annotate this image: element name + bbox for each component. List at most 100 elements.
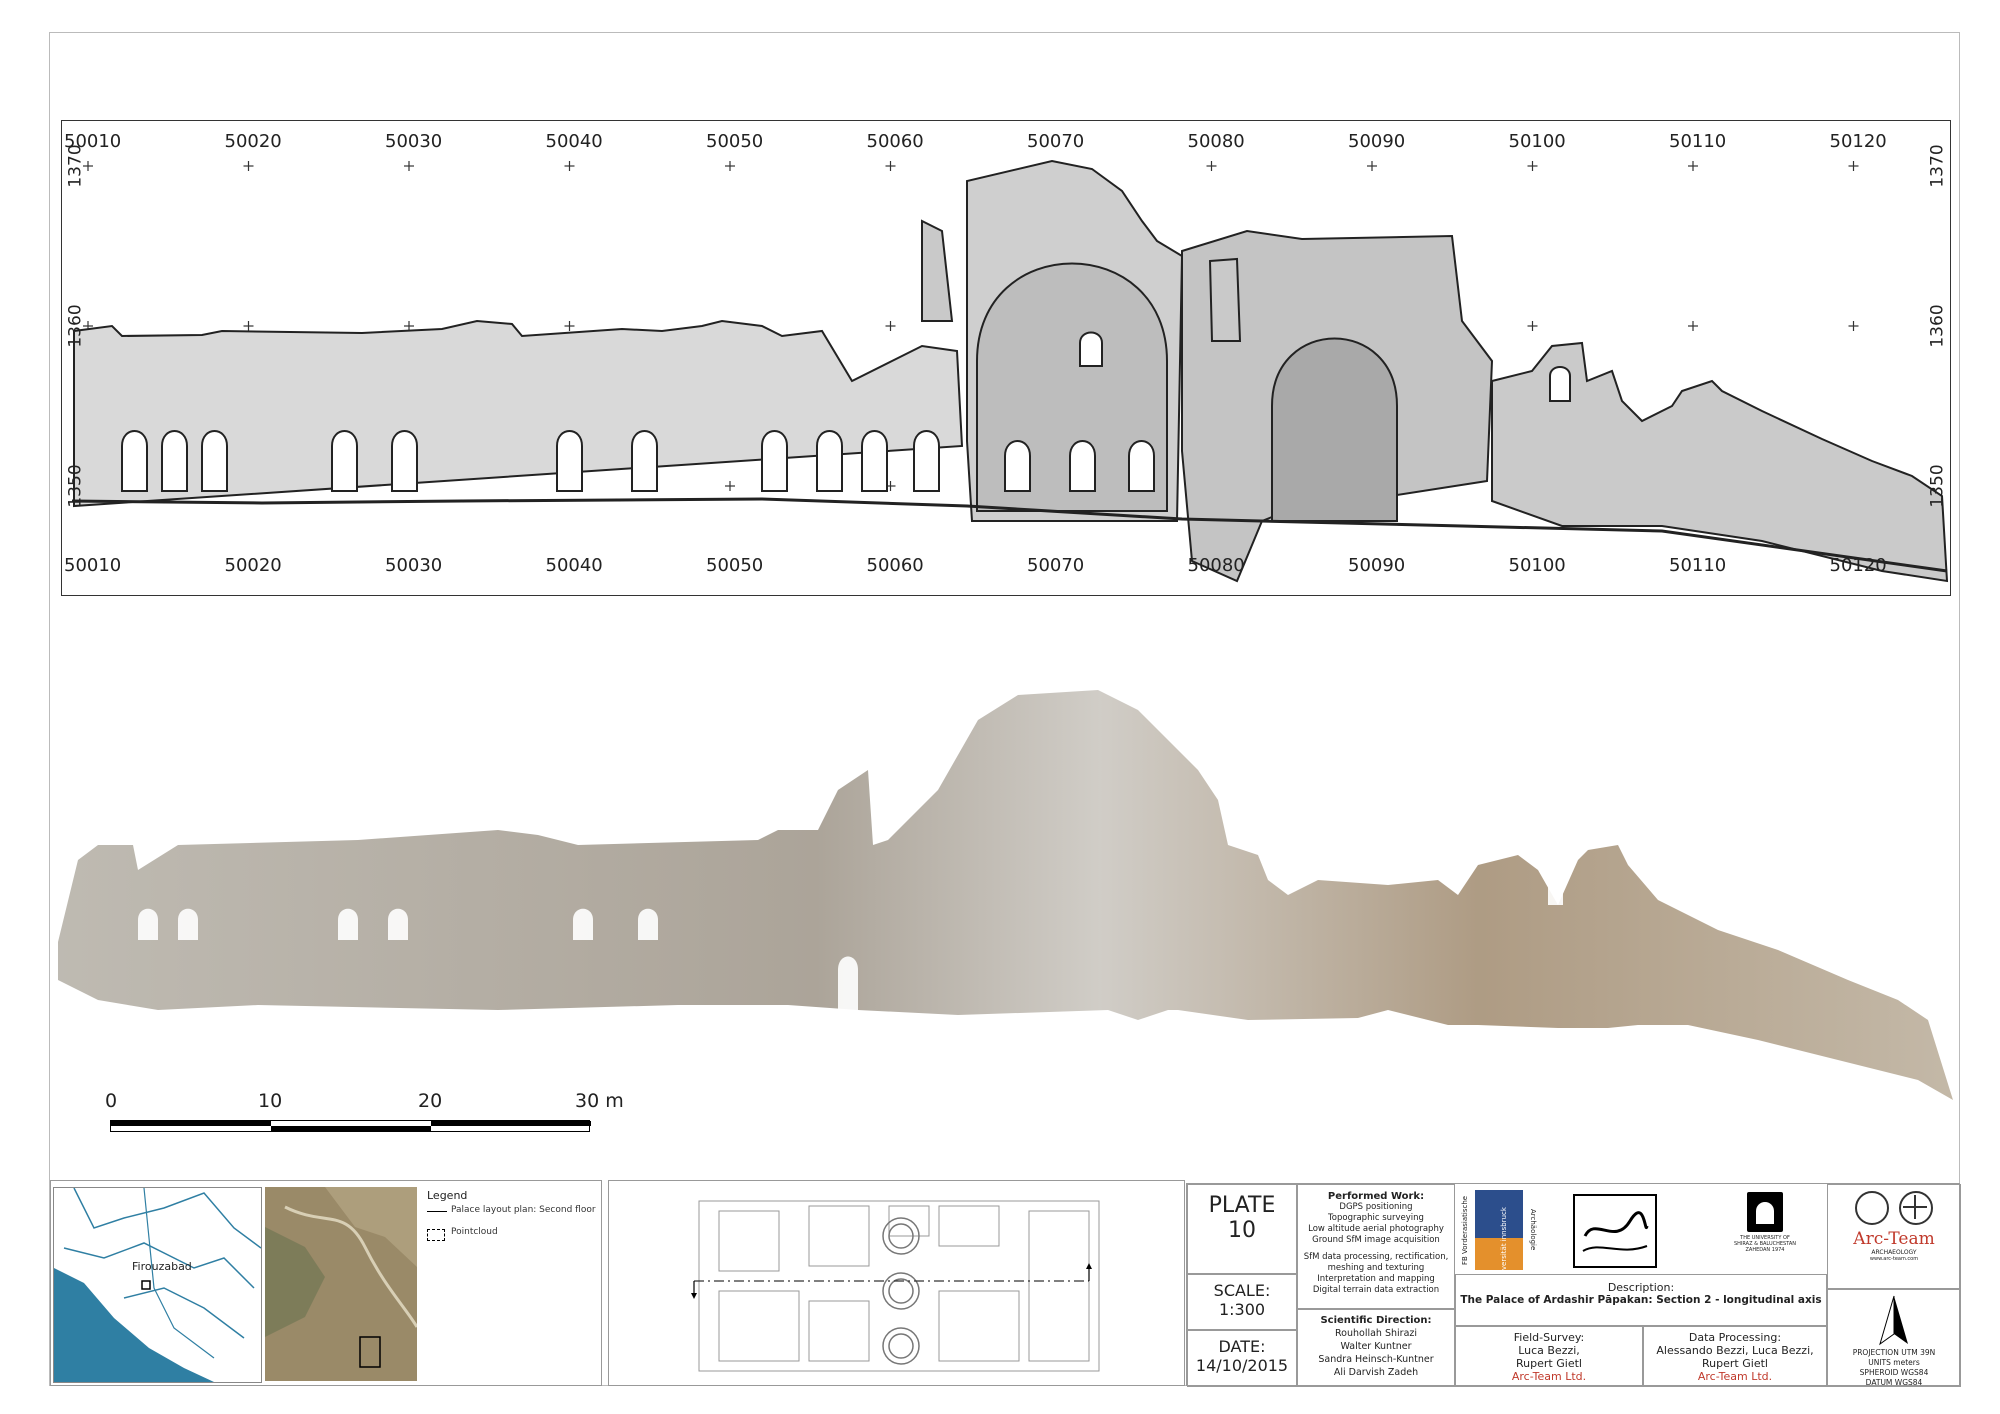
pointcloud-swatch-icon	[427, 1229, 445, 1241]
elevation-label: 1370	[1927, 144, 1948, 188]
plan-panel	[608, 1180, 1185, 1386]
date-value: 14/10/2015	[1195, 1356, 1289, 1375]
projection-line: SPHEROID WGS84	[1859, 1368, 1929, 1377]
elevation-label: 1350	[1927, 464, 1948, 508]
easting-label-bot: 50120	[1829, 555, 1887, 576]
section-elevation	[71, 159, 1949, 583]
scale-label-0: 0	[105, 1090, 118, 1112]
easting-label-bot: 50080	[1187, 555, 1245, 576]
projection-cell: PROJECTION UTM 39N UNITS meters SPHEROID…	[1827, 1289, 1961, 1387]
north-arrow-icon	[1879, 1295, 1908, 1346]
iranian-heritage-logo	[1573, 1194, 1657, 1268]
seal-icon	[1855, 1191, 1889, 1225]
projection-line: PROJECTION UTM 39N	[1852, 1348, 1936, 1357]
easting-label-top: 50030	[385, 131, 443, 152]
scale-label-30: 30 m	[575, 1090, 624, 1112]
arcteam-url: www.arc-team.com	[1869, 1256, 1919, 1262]
projection-line: UNITS meters	[1868, 1358, 1920, 1367]
easting-label-bot: 50020	[224, 555, 282, 576]
work-line: Digital terrain data extraction	[1312, 1285, 1440, 1295]
easting-label-bot: 50030	[385, 555, 443, 576]
scale-cell: SCALE: 1:300	[1187, 1274, 1297, 1330]
pier-left	[921, 219, 954, 322]
section-drawing: 50010 50020 50030 50040 50050 50060 50070 50080…	[61, 120, 1951, 596]
plate-number: 10	[1228, 1218, 1256, 1243]
work-line: SfM data processing, rectification,	[1303, 1252, 1449, 1262]
director-name: Ali Darvish Zadeh	[1333, 1367, 1419, 1378]
easting-label-top: 50040	[545, 131, 603, 152]
logos-row: universität innsbruck Archäologie FB Vor…	[1455, 1184, 1827, 1281]
easting-label-bot: 50050	[706, 555, 764, 576]
legend-item-pointcloud: Pointcloud	[451, 1227, 498, 1237]
scale-label-10: 10	[258, 1090, 283, 1112]
elevation-label: 1360	[1927, 304, 1948, 348]
work-line: Topographic surveying	[1328, 1213, 1424, 1223]
elevation-label: 1360	[65, 304, 86, 348]
easting-label-top: 50120	[1829, 131, 1887, 152]
floor-plan	[691, 1200, 1100, 1372]
field-survey-company: Arc-Team Ltd.	[1511, 1370, 1587, 1383]
title-block: PLATE 10 SCALE: 1:300 DATE: 14/10/2015 P…	[1186, 1183, 1961, 1387]
location-marker-icon	[141, 1280, 151, 1290]
elevation-label: 1350	[65, 464, 86, 508]
easting-label-top: 50080	[1187, 131, 1245, 152]
scale-label-20: 20	[418, 1090, 443, 1112]
performed-work-title: Performed Work:	[1327, 1191, 1425, 1202]
easting-label-bot: 50090	[1348, 555, 1406, 576]
pointcloud-silhouette	[58, 690, 1953, 1100]
work-line: Low altitude aerial photography	[1308, 1224, 1444, 1234]
easting-label-top: 50050	[706, 131, 764, 152]
innsbruck-logo: universität innsbruck	[1475, 1190, 1523, 1281]
compass-rose-icon	[1899, 1191, 1933, 1225]
easting-label-bot: 50070	[1027, 555, 1085, 576]
easting-label-bot: 50110	[1669, 555, 1727, 576]
field-survey-cell: Field-Survey: Luca Bezzi, Rupert Gietl A…	[1455, 1326, 1643, 1387]
description-text: The Palace of Ardashir Pāpakan: Section …	[1460, 1294, 1822, 1306]
shiraz-university-logo: THE UNIVERSITY OF SHIRAZ & BALUCHESTAN Z…	[1710, 1192, 1820, 1272]
scale-label: SCALE:	[1213, 1281, 1271, 1300]
easting-label-top: 50100	[1508, 131, 1566, 152]
elevation-label: 1370	[65, 144, 86, 188]
plate-label: PLATE	[1208, 1193, 1276, 1218]
easting-label-bot: 50040	[545, 555, 603, 576]
data-processing-company: Arc-Team Ltd.	[1697, 1370, 1773, 1383]
field-survey-label: Field-Survey:	[1513, 1331, 1585, 1344]
arcteam-cell: Arc-Team ARCHAEOLOGY www.arc-team.com	[1827, 1184, 1961, 1289]
easting-label-bot: 50100	[1508, 555, 1566, 576]
legend-panel: Firouzabad Legend Palace layout plan: Se…	[50, 1180, 602, 1386]
work-line: meshing and texturing	[1327, 1263, 1425, 1273]
scale-bar: 0 10 20 30 m	[105, 1090, 624, 1140]
legend-item-layout: Palace layout plan: Second floor	[451, 1205, 596, 1215]
easting-label-top: 50090	[1348, 131, 1406, 152]
pier-right	[1208, 257, 1242, 342]
description-label: Description:	[1607, 1281, 1675, 1294]
arcteam-logo-text: Arc-Team	[1853, 1229, 1935, 1249]
innsbruck-side-text: Archäologie	[1529, 1209, 1537, 1251]
performed-work-cell: Performed Work: DGPS positioning Topogra…	[1297, 1184, 1455, 1309]
easting-label-top: 50020	[224, 131, 282, 152]
aerial-photo	[265, 1187, 417, 1381]
scientific-direction-cell: Scientific Direction: Rouhollah Shirazi …	[1297, 1309, 1455, 1387]
work-line: DGPS positioning	[1339, 1202, 1413, 1212]
plate-cell: PLATE 10	[1187, 1184, 1297, 1274]
sea-area	[54, 1268, 214, 1382]
date-label: DATE:	[1218, 1337, 1266, 1356]
easting-label-top: 50070	[1027, 131, 1085, 152]
innsbruck-text: universität innsbruck	[1499, 1207, 1508, 1281]
surveyor-name: Rupert Gietl	[1516, 1357, 1582, 1370]
easting-label-top: 50060	[866, 131, 924, 152]
university-emblem-icon	[1747, 1192, 1783, 1232]
scientific-direction-title: Scientific Direction:	[1320, 1315, 1432, 1326]
easting-label-bot: 50010	[64, 555, 122, 576]
director-name: Sandra Heinsch-Kuntner	[1318, 1354, 1434, 1365]
data-processing-label: Data Processing:	[1688, 1331, 1782, 1344]
director-name: Walter Kuntner	[1340, 1341, 1412, 1352]
processor-name: Alessando Bezzi, Luca Bezzi,	[1656, 1344, 1814, 1357]
innsbruck-side-text-2: FB Vorderasiatische	[1461, 1195, 1469, 1265]
work-line: Ground SfM image acquisition	[1312, 1235, 1440, 1245]
description-cell: Description: The Palace of Ardashir Pāpa…	[1455, 1274, 1827, 1326]
iwan-arch	[1271, 337, 1398, 522]
work-line: Interpretation and mapping	[1317, 1274, 1435, 1284]
legend-title: Legend	[427, 1189, 468, 1202]
university-line: ZAHEDAN 1974	[1745, 1247, 1785, 1253]
